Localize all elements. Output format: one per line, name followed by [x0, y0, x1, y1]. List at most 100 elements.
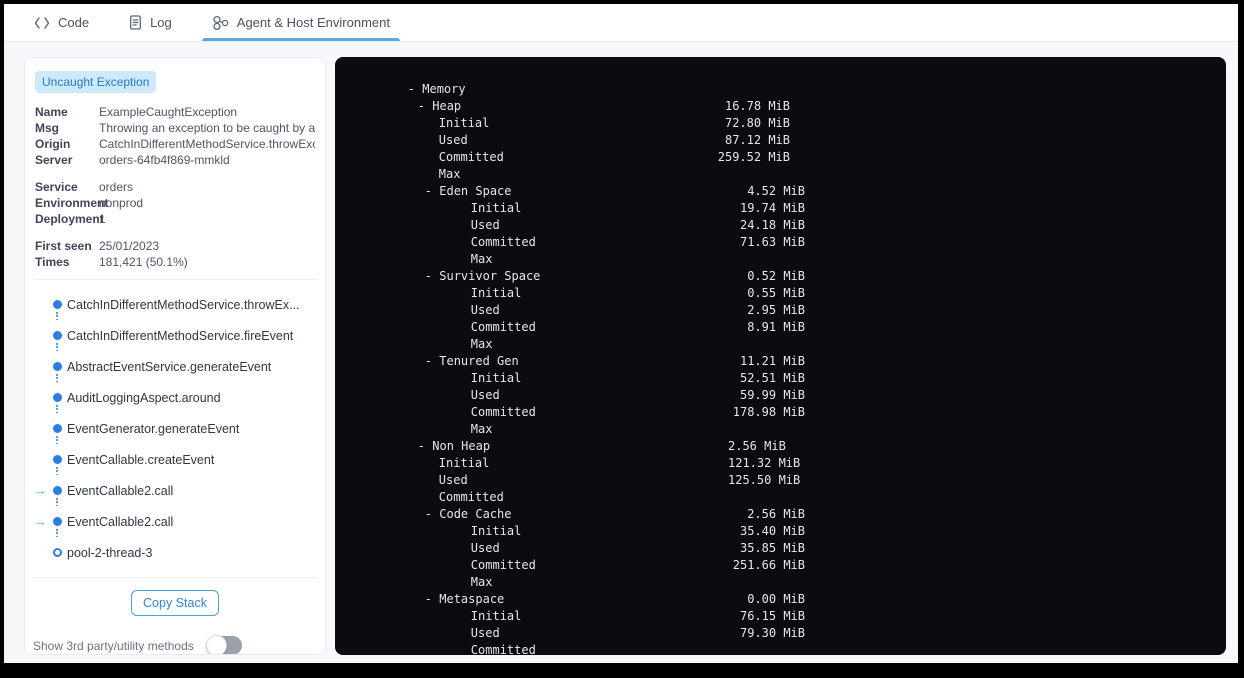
env-line: - Heap	[345, 81, 1226, 113]
frame-dot-icon	[53, 548, 62, 557]
stats-row: First seen 25/01/2023	[35, 238, 315, 254]
env-line: Committed 79.30 MiB	[345, 625, 1226, 655]
frame-dot-icon	[53, 362, 62, 371]
env-line: Max 8.91 MiB	[345, 319, 1226, 351]
stack-frame[interactable]: → AbstractEventService.generateEvent	[25, 351, 325, 382]
stack-frame[interactable]: → EventCallable2.call	[25, 506, 325, 537]
env-line: Initial 16.78 MiB	[345, 98, 1226, 130]
service-meta: Service orders Environment nonprod Deplo…	[35, 179, 315, 227]
frame-arrow-icon: →	[33, 513, 47, 529]
field-label: Msg	[35, 121, 59, 135]
env-line: - Metaspace	[345, 574, 1226, 606]
env-value: 0.00 MiB	[747, 592, 805, 606]
env-line: Initial 11.21 MiB	[345, 353, 1226, 385]
exception-field-row: Name ExampleCaughtException	[35, 104, 315, 120]
tab-bar: Code Log Agent & Host Environment	[4, 4, 1238, 42]
frame-dot-icon	[53, 300, 62, 309]
env-line: Used 72.80 MiB	[345, 115, 1226, 147]
env-line: - Compressed Class Space	[345, 648, 1226, 655]
field-label: Origin	[35, 137, 71, 151]
env-value: 259.52 MiB	[717, 150, 790, 164]
show-3rd-party-toggle[interactable]	[205, 635, 242, 654]
toggle-knob	[205, 635, 227, 654]
env-line: Used 76.15 MiB	[345, 608, 1226, 640]
code-icon	[34, 16, 50, 29]
stack-frame[interactable]: → EventCallable.createEvent	[25, 444, 325, 475]
meta-row: Service orders	[35, 179, 315, 195]
env-value: 79.30 MiB	[739, 626, 805, 640]
env-value: 19.74 MiB	[739, 201, 805, 215]
exception-panel: Uncaught Exception Name ExampleCaughtExc…	[24, 57, 326, 655]
exception-field-row: Server orders-64fb4f869-mmkld	[35, 152, 315, 168]
third-party-toggle-row: Show 3rd party/utility methods	[33, 635, 325, 654]
frame-dot-icon	[53, 331, 62, 340]
field-value: ExampleCaughtException	[99, 105, 238, 119]
frame-dot-icon	[53, 393, 62, 402]
env-value: 2.56 MiB	[728, 439, 786, 453]
tab-label: Agent & Host Environment	[236, 15, 390, 30]
stats-value: 25/01/2023	[99, 239, 160, 253]
meta-label: Environment	[35, 196, 109, 210]
frame-label: EventGenerator.generateEvent	[67, 421, 240, 436]
stats-row: Times 181,421 (50.1%)	[35, 254, 315, 270]
toggle-label: Show 3rd party/utility methods	[33, 638, 194, 653]
field-label: Name	[35, 105, 68, 119]
env-value: 121.32 MiB	[728, 456, 801, 470]
env-value: 72.80 MiB	[724, 116, 790, 130]
agent-icon	[213, 15, 229, 30]
stack-frame[interactable]: → AuditLoggingAspect.around	[25, 382, 325, 413]
stats-label: First seen	[35, 239, 92, 253]
stack-frame[interactable]: → CatchInDifferentMethodService.throwEx.…	[25, 289, 325, 320]
env-value: 35.85 MiB	[739, 541, 805, 555]
frame-label: pool-2-thread-3	[67, 545, 153, 560]
env-value: 0.55 MiB	[747, 286, 805, 300]
meta-row: Deployment 1	[35, 211, 315, 227]
exception-type-badge: Uncaught Exception	[35, 71, 157, 93]
env-line: Used 121.32 MiB	[345, 455, 1226, 487]
env-value: 52.51 MiB	[739, 371, 805, 385]
env-value: 4.52 MiB	[747, 184, 805, 198]
env-value: 8.91 MiB	[747, 320, 805, 334]
env-line: Max 251.66 MiB	[345, 557, 1226, 589]
field-value: Throwing an exception to be caught by a …	[99, 121, 315, 135]
env-value: 71.63 MiB	[739, 235, 805, 249]
frame-label: EventCallable2.call	[67, 514, 174, 529]
env-line: Initial 2.56 MiB	[345, 438, 1226, 470]
env-line: Max 178.98 MiB	[345, 404, 1226, 436]
tab-log[interactable]: Log	[125, 4, 176, 41]
frame-dot-icon	[53, 517, 62, 526]
env-line: Committed 125.50 MiB	[345, 472, 1226, 504]
meta-value: 1	[99, 212, 106, 226]
field-value: CatchInDifferentMethodService.throwExcep	[99, 137, 315, 151]
env-line: Committed 35.85 MiB	[345, 540, 1226, 572]
environment-panel: - Memory - Heap Initial 16.78 MiB Used 7…	[335, 57, 1226, 655]
stack-frame[interactable]: → CatchInDifferentMethodService.fireEven…	[25, 320, 325, 351]
app-window: Code Log Agent & Host Environment Uncaug…	[4, 4, 1238, 663]
copy-stack-button[interactable]: Copy Stack	[131, 590, 219, 616]
frame-dot-icon	[53, 455, 62, 464]
env-value: 24.18 MiB	[739, 218, 805, 232]
stats-value: 181,421 (50.1%)	[99, 255, 188, 269]
env-line: - Survivor Space	[345, 251, 1226, 283]
env-value: 0.52 MiB	[747, 269, 805, 283]
exception-field-row: Msg Throwing an exception to be caught b…	[35, 120, 315, 136]
env-line: Used 19.74 MiB	[345, 200, 1226, 232]
stack-frame[interactable]: → EventGenerator.generateEvent	[25, 413, 325, 444]
env-value: 2.56 MiB	[747, 507, 805, 521]
frame-label: CatchInDifferentMethodService.fireEvent	[67, 328, 294, 343]
env-line: Committed 2.95 MiB	[345, 302, 1226, 334]
env-line: - Non Heap	[345, 421, 1226, 453]
field-label: Server	[35, 153, 73, 167]
env-value: 251.66 MiB	[732, 558, 805, 572]
env-line: Max 259.52 MiB	[345, 149, 1226, 181]
env-value: 76.15 MiB	[739, 609, 805, 623]
stack-frame[interactable]: → pool-2-thread-3	[25, 537, 325, 568]
env-line: Initial 0.00 MiB	[345, 591, 1226, 623]
frame-label: EventCallable2.call	[67, 483, 174, 498]
stack-frame[interactable]: → EventCallable2.call	[25, 475, 325, 506]
env-line: Initial 4.52 MiB	[345, 183, 1226, 215]
meta-row: Environment nonprod	[35, 195, 315, 211]
field-value: orders-64fb4f869-mmkld	[99, 153, 230, 167]
tab-code[interactable]: Code	[30, 4, 93, 41]
tab-agent-host-environment[interactable]: Agent & Host Environment	[201, 4, 401, 41]
